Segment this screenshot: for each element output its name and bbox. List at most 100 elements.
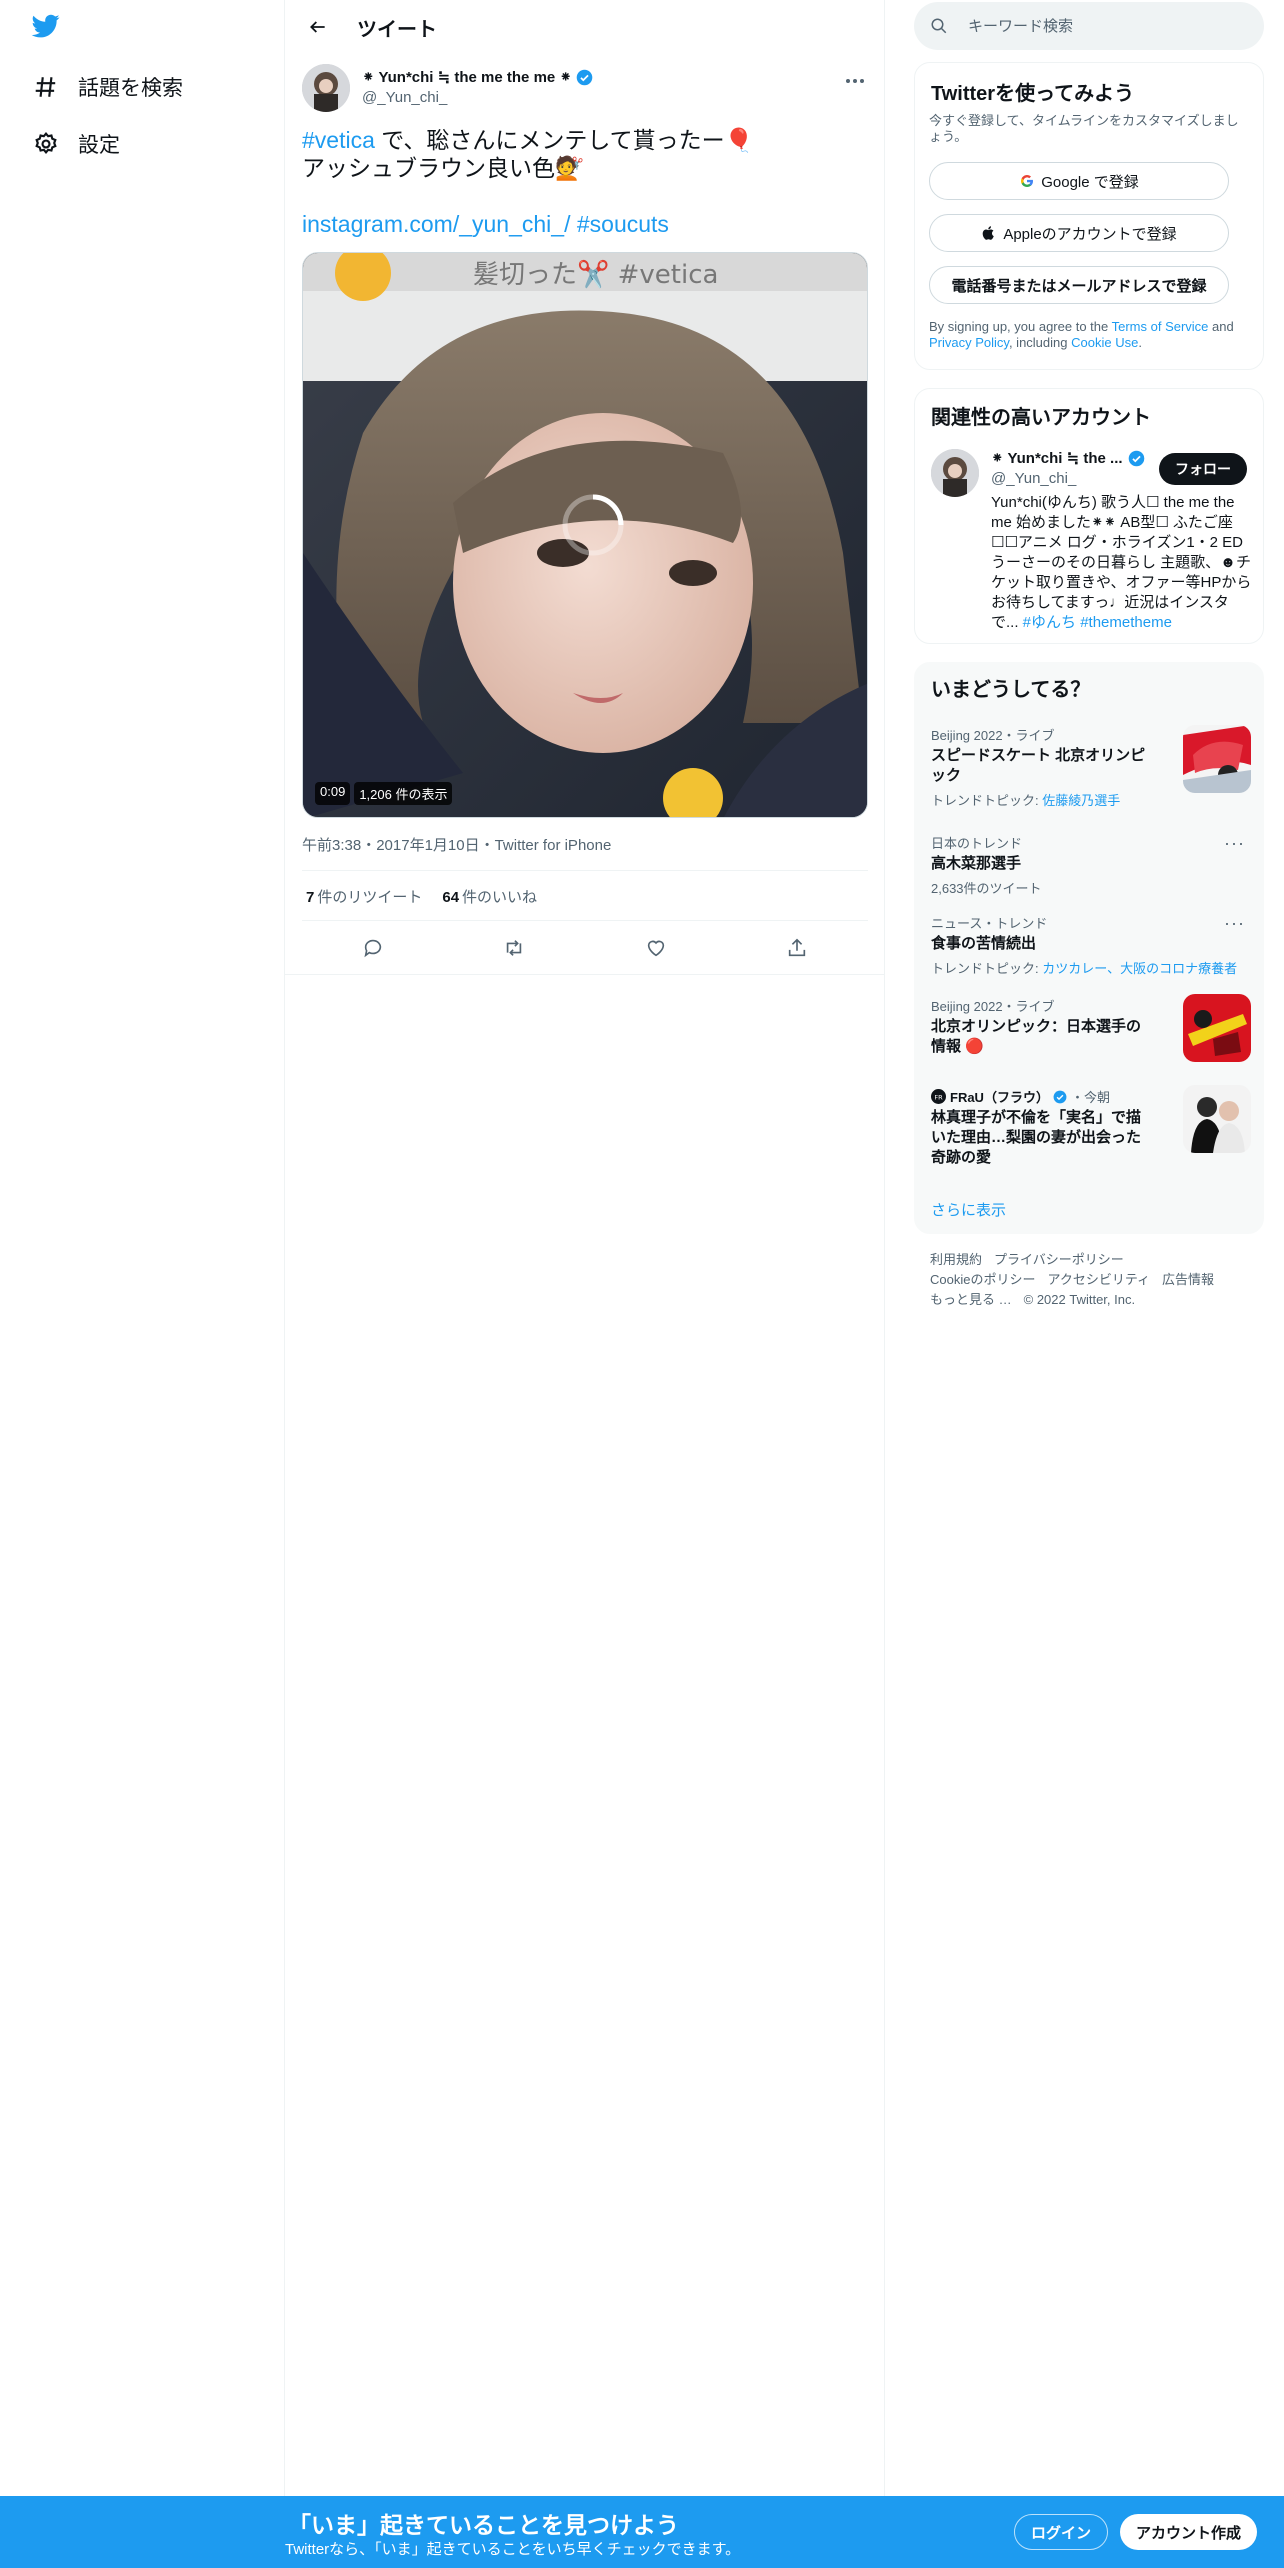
heart-icon <box>647 940 664 957</box>
tweet-stats: 7 件のリツイート 64 件のいいね <box>306 886 537 907</box>
footer-privacy[interactable]: プライバシーポリシー <box>994 1252 1124 1267</box>
retweet-stat[interactable]: 7 件のリツイート <box>306 886 422 907</box>
apple-icon <box>983 226 995 240</box>
instagram-link[interactable]: instagram.com/_yun_chi_/ <box>302 211 570 237</box>
legal-and: and <box>1208 319 1234 334</box>
footer-terms[interactable]: 利用規約 <box>930 1252 982 1267</box>
avatar[interactable] <box>302 64 350 112</box>
trend-topic-prefix: トレンドトピック: <box>931 793 1043 808</box>
footer-ads[interactable]: 広告情報 <box>1162 1272 1214 1287</box>
like-button[interactable] <box>636 928 676 968</box>
nav-explore[interactable]: 話題を検索 <box>30 65 183 109</box>
more-dots-icon <box>846 79 864 83</box>
left-sidebar: 話題を検索 設定 <box>0 0 285 2496</box>
related-bio: Yun*chi(ゆんち) 歌う人☐ the me the me 始めました⁕⁕ … <box>991 493 1253 633</box>
trend-item[interactable]: 日本のトレンド 高木菜那選手 2,633件のツイート ··· <box>931 833 1251 897</box>
related-display-name[interactable]: ⁕ Yun*chi ≒ the ... <box>991 449 1145 467</box>
like-count: 64 <box>442 889 460 906</box>
trend-time: ・今朝 <box>1070 1090 1110 1105</box>
hashtag-icon <box>30 71 62 103</box>
search-input[interactable] <box>968 17 1248 35</box>
page-header: ツイート <box>285 0 884 54</box>
more-options-button[interactable] <box>842 70 868 92</box>
more-options-button[interactable]: ··· <box>1224 913 1245 934</box>
bottom-bar-subtitle: Twitterなら、「いま」起きていることをいち早くチェックできます。 <box>285 2541 741 2558</box>
video-views: 1,206 件の表示 <box>354 782 453 805</box>
google-icon <box>1021 175 1034 187</box>
trend-thumbnail <box>1183 1085 1251 1153</box>
back-button[interactable] <box>301 10 335 44</box>
phone-email-signup-button[interactable]: 電話番号またはメールアドレスで登録 <box>929 266 1229 304</box>
gear-icon <box>30 128 62 160</box>
video-time: 0:09 <box>315 782 351 805</box>
privacy-link[interactable]: Privacy Policy <box>929 335 1009 350</box>
trend-topic-link[interactable]: カツカレー、大阪のコロナ療養者 <box>1042 961 1237 976</box>
arrow-left-icon <box>310 21 325 33</box>
trend-tweet-count: 2,633件のツイート <box>931 881 1042 896</box>
apple-signup-button[interactable]: Appleのアカウントで登録 <box>929 214 1229 252</box>
show-more-link[interactable]: さらに表示 <box>931 1199 1006 1220</box>
trend-title: 高木菜那選手 <box>931 855 1022 872</box>
related-handle[interactable]: @_Yun_chi_ <box>991 470 1076 487</box>
signup-subtitle: 今すぐ登録して、タイムラインをカスタマイズしましょう。 <box>929 113 1239 144</box>
trend-thumbnail <box>1183 994 1251 1062</box>
tweet-actions <box>302 928 868 968</box>
terms-link[interactable]: Terms of Service <box>1112 319 1209 334</box>
footer-more[interactable]: もっと見る … <box>930 1292 1012 1307</box>
video-badge: 0:09 1,206 件の表示 <box>315 782 453 805</box>
display-name-text: ⁕ Yun*chi ≒ the me the me ⁕ <box>362 69 572 86</box>
related-bio-text: Yun*chi(ゆんち) 歌う人☐ the me the me 始めました⁕⁕ … <box>991 494 1252 631</box>
google-signup-label: Google で登録 <box>1041 173 1139 191</box>
trend-topic-link[interactable]: 佐藤綾乃選手 <box>1042 793 1120 808</box>
trend-title: 林真理子が不倫を「実名」で描いた理由…梨園の妻が出会った奇跡の愛 <box>931 1109 1142 1166</box>
tweet-author: ⁕ Yun*chi ≒ the me the me ⁕ @_Yun_chi_ <box>302 64 868 112</box>
author-display-name[interactable]: ⁕ Yun*chi ≒ the me the me ⁕ <box>362 68 593 86</box>
footer-links: 利用規約 プライバシーポリシー Cookieのポリシー アクセシビリティ 広告情報 も… <box>930 1250 1260 1310</box>
login-button[interactable]: ログイン <box>1014 2514 1109 2550</box>
trends-title: いまどうしてる？ <box>931 679 1091 701</box>
like-label: 件のいいね <box>462 889 538 906</box>
apple-signup-label: Appleのアカウントで登録 <box>1003 225 1177 243</box>
signup-button[interactable]: アカウント作成 <box>1120 2514 1258 2550</box>
retweet-button[interactable] <box>494 928 534 968</box>
bio-hashtag[interactable]: #themetheme <box>1080 614 1172 631</box>
bottom-bar-title: 「いま」起きていることを見つけよう <box>288 2512 679 2538</box>
footer-cookie[interactable]: Cookieのポリシー <box>930 1272 1035 1287</box>
tweet-video[interactable]: 髪切った✂️ #vetica 0:09 1,206 件の表示 <box>302 252 868 818</box>
nav-explore-label: 話題を検索 <box>78 77 183 100</box>
google-signup-button[interactable]: Google で登録 <box>929 162 1229 200</box>
trend-item[interactable]: FR FRaU（フラウ） ・今朝 林真理子が不倫を「実名」で描いた理由…梨園の妻… <box>931 1085 1251 1168</box>
trend-item[interactable]: Beijing 2022・ライブ スピードスケート 北京オリンピック トレンドト… <box>931 725 1251 809</box>
more-options-button[interactable]: ··· <box>1224 833 1245 854</box>
search-box[interactable] <box>914 2 1264 50</box>
cookie-link[interactable]: Cookie Use <box>1071 335 1138 350</box>
reply-button[interactable] <box>353 928 393 968</box>
author-handle[interactable]: @_Yun_chi_ <box>362 89 447 106</box>
footer-accessibility[interactable]: アクセシビリティ <box>1047 1272 1150 1287</box>
trend-item[interactable]: ニュース・トレンド 食事の苦情続出 トレンドトピック: カツカレー、大阪のコロナ… <box>931 913 1251 977</box>
trend-title: スピードスケート 北京オリンピック <box>931 747 1146 784</box>
bottom-signup-bar: 「いま」起きていることを見つけよう Twitterなら、「いま」起きていることを… <box>0 2496 1284 2568</box>
legal-end: . <box>1138 335 1142 350</box>
trend-item[interactable]: Beijing 2022・ライブ 北京オリンピック：日本選手の情報 🔴 <box>931 994 1251 1062</box>
phone-email-signup-label: 電話番号またはメールアドレスで登録 <box>951 277 1207 295</box>
share-button[interactable] <box>777 928 817 968</box>
trend-context: ニュース・トレンド <box>931 916 1048 931</box>
avatar[interactable] <box>931 449 979 497</box>
like-stat[interactable]: 64 件のいいね <box>442 886 537 907</box>
hashtag-link-2[interactable]: #soucuts <box>577 211 669 237</box>
nav-settings[interactable]: 設定 <box>30 122 120 166</box>
verified-badge-icon <box>576 69 593 85</box>
legal-prefix: By signing up, you agree to the <box>929 319 1112 334</box>
media-caption: 髪切った✂️ #vetica <box>473 258 718 290</box>
tweet-timestamp[interactable]: 午前3:38・2017年1月10日・Twitter for iPhone <box>302 834 611 855</box>
reply-icon <box>364 939 381 958</box>
twitter-logo-icon[interactable] <box>30 12 70 46</box>
bio-hashtag[interactable]: #ゆんち <box>1023 614 1076 631</box>
hashtag-link[interactable]: #vetica <box>302 127 375 153</box>
follow-button[interactable]: フォロー <box>1159 453 1247 485</box>
nav-settings-label: 設定 <box>78 134 120 157</box>
svg-text:FR: FR <box>934 1093 943 1101</box>
main-column: ツイート ⁕ Yun*chi ≒ the me the me ⁕ @_Yun_c… <box>285 0 885 2496</box>
trend-context: 日本のトレンド <box>931 836 1023 851</box>
